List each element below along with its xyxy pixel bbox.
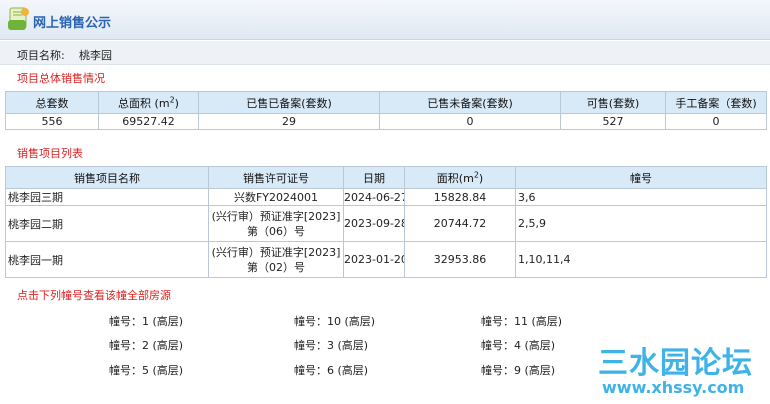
summary-header-row: 总套数 总面积 (m2) 已售已备案(套数) 已售未备案(套数) 可售(套数) …	[5, 91, 767, 114]
cell-building-numbers: 3,6	[515, 188, 767, 206]
building-link-6[interactable]: 幢号：6 (高层)	[294, 362, 368, 378]
sales-section-title: 销售项目列表	[17, 147, 83, 160]
cell-building-numbers: 2,5,9	[515, 205, 767, 242]
cell-date: 2024-06-27	[343, 188, 405, 206]
summary-section-title: 项目总体销售情况	[17, 72, 105, 85]
header-available: 可售(套数)	[560, 91, 666, 114]
cell-area: 20744.72	[404, 205, 516, 242]
cell-building-numbers: 1,10,11,4	[515, 241, 767, 278]
watermark-url: www.xhssy.com	[602, 378, 745, 397]
page-header: 网上销售公示	[0, 0, 770, 40]
site-watermark: 三水园论坛 www.xhssy.com	[598, 338, 768, 400]
value-total-area: 69527.42	[98, 113, 199, 130]
header-permit-number: 销售许可证号	[208, 166, 344, 189]
watermark-title: 三水园论坛	[598, 346, 753, 381]
table-row[interactable]: 桃李园一期 (兴行审）预证准字[2023]第（02）号 2023-01-20 3…	[5, 241, 767, 278]
cell-date: 2023-09-28	[343, 205, 405, 242]
header-manual-registered: 手工备案（套数)	[665, 91, 767, 114]
header-date: 日期	[343, 166, 405, 189]
cell-permit-number: (兴行审）预证准字[2023]第（06）号	[208, 205, 344, 242]
project-name-value: 桃李园	[79, 49, 112, 62]
building-link-9[interactable]: 幢号：9 (高层)	[481, 362, 555, 378]
cell-area: 15828.84	[404, 188, 516, 206]
document-logo-icon	[8, 7, 29, 30]
building-link-5[interactable]: 幢号：5 (高层)	[109, 362, 183, 378]
table-row[interactable]: 桃李园三期 兴数FY2024001 2024-06-27 15828.84 3,…	[5, 188, 767, 206]
page-title: 网上销售公示	[33, 16, 112, 31]
project-name-label: 项目名称:	[17, 49, 65, 62]
value-available: 527	[560, 113, 666, 130]
summary-table: 总套数 总面积 (m2) 已售已备案(套数) 已售未备案(套数) 可售(套数) …	[5, 91, 767, 130]
cell-date: 2023-01-20	[343, 241, 405, 278]
header-total-area: 总面积 (m2)	[98, 91, 199, 114]
header-sold-registered: 已售已备案(套数)	[198, 91, 380, 114]
header-area: 面积(m2)	[404, 166, 516, 189]
value-sold-unregistered: 0	[379, 113, 561, 130]
summary-value-row: 556 69527.42 29 0 527 0	[5, 113, 767, 130]
value-sold-registered: 29	[198, 113, 380, 130]
table-row[interactable]: 桃李园二期 (兴行审）预证准字[2023]第（06）号 2023-09-28 2…	[5, 205, 767, 242]
building-link-4[interactable]: 幢号：4 (高层)	[481, 337, 555, 353]
cell-project-name: 桃李园一期	[5, 241, 209, 278]
header-project-name: 销售项目名称	[5, 166, 209, 189]
header-building-numbers: 幢号	[515, 166, 767, 189]
cell-project-name: 桃李园二期	[5, 205, 209, 242]
buildings-section-title: 点击下列幢号查看该幢全部房源	[17, 289, 171, 302]
cell-permit-number: (兴行审）预证准字[2023]第（02）号	[208, 241, 344, 278]
cell-area: 32953.86	[404, 241, 516, 278]
project-bar: 项目名称: 桃李园	[0, 41, 770, 65]
building-link-2[interactable]: 幢号：2 (高层)	[109, 337, 183, 353]
cell-project-name: 桃李园三期	[5, 188, 209, 206]
building-link-1[interactable]: 幢号：1 (高层)	[109, 313, 183, 329]
building-link-10[interactable]: 幢号：10 (高层)	[294, 313, 375, 329]
building-link-11[interactable]: 幢号：11 (高层)	[481, 313, 562, 329]
sales-header-row: 销售项目名称 销售许可证号 日期 面积(m2) 幢号	[5, 166, 767, 189]
sales-table: 销售项目名称 销售许可证号 日期 面积(m2) 幢号 桃李园三期 兴数FY202…	[5, 166, 767, 278]
header-sold-unregistered: 已售未备案(套数)	[379, 91, 561, 114]
value-manual-registered: 0	[665, 113, 767, 130]
cell-permit-number: 兴数FY2024001	[208, 188, 344, 206]
value-total-units: 556	[5, 113, 99, 130]
header-total-units: 总套数	[5, 91, 99, 114]
building-link-3[interactable]: 幢号：3 (高层)	[294, 337, 368, 353]
